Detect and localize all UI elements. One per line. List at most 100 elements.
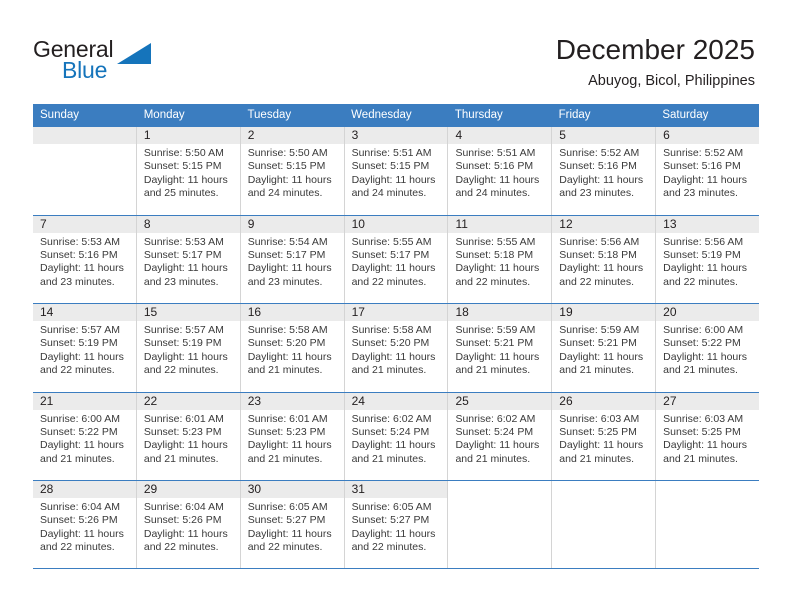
sunset-text: Sunset: 5:27 PM: [351, 514, 430, 527]
daylight-text-line1: Daylight: 11 hours: [559, 262, 644, 275]
sunrise-text: Sunrise: 5:57 AM: [143, 324, 224, 336]
day-info: Sunrise: 5:55 AM Sunset: 5:17 PM Dayligh…: [345, 233, 448, 290]
sunset-text: Sunset: 5:15 PM: [351, 160, 430, 173]
sunrise-text: Sunrise: 5:55 AM: [455, 235, 536, 248]
daylight-text-line2: and 22 minutes.: [40, 541, 115, 554]
day-cell[interactable]: 1 Sunrise: 5:50 AM Sunset: 5:15 PM Dayli…: [136, 127, 241, 215]
day-cell[interactable]: 16 Sunrise: 5:58 AM Sunset: 5:20 PM Dayl…: [240, 304, 345, 392]
day-cell[interactable]: 13 Sunrise: 5:56 AM Sunset: 5:19 PM Dayl…: [656, 215, 760, 304]
sunrise-text: Sunrise: 5:52 AM: [559, 147, 640, 159]
sunset-text: Sunset: 5:22 PM: [663, 337, 741, 350]
sunrise-text: Sunrise: 5:53 AM: [40, 235, 120, 248]
day-info: Sunrise: 5:59 AM Sunset: 5:21 PM Dayligh…: [448, 321, 551, 378]
sunset-text: Sunset: 5:25 PM: [559, 425, 637, 438]
day-cell[interactable]: 27 Sunrise: 6:03 AM Sunset: 5:25 PM Dayl…: [656, 392, 760, 481]
sunset-text: Sunset: 5:23 PM: [247, 425, 326, 438]
day-cell[interactable]: [552, 481, 657, 568]
daylight-text-line2: and 21 minutes.: [351, 364, 427, 377]
day-cell[interactable]: 20 Sunrise: 6:00 AM Sunset: 5:22 PM Dayl…: [656, 304, 760, 392]
day-number: 23: [240, 392, 344, 410]
sunrise-text: Sunrise: 6:03 AM: [559, 412, 640, 425]
daylight-text-line1: Daylight: 11 hours: [247, 439, 332, 452]
day-number: [448, 481, 552, 498]
day-number: 2: [240, 127, 344, 144]
day-cell[interactable]: 29 Sunrise: 6:04 AM Sunset: 5:26 PM Dayl…: [136, 481, 241, 568]
sunset-text: Sunset: 5:17 PM: [143, 248, 222, 261]
day-cell[interactable]: 5 Sunrise: 5:52 AM Sunset: 5:16 PM Dayli…: [552, 127, 657, 215]
sunrise-text: Sunrise: 5:57 AM: [40, 324, 120, 336]
day-number: 30: [240, 481, 344, 498]
day-number: 26: [552, 392, 656, 410]
daylight-text-line2: and 24 minutes.: [351, 187, 427, 200]
day-info: Sunrise: 6:01 AM Sunset: 5:23 PM Dayligh…: [137, 410, 240, 467]
daylight-text-line1: Daylight: 11 hours: [663, 350, 748, 363]
day-cell[interactable]: 12 Sunrise: 5:56 AM Sunset: 5:18 PM Dayl…: [552, 215, 657, 303]
sunset-text: Sunset: 5:16 PM: [455, 160, 534, 173]
day-cell[interactable]: 24 Sunrise: 6:02 AM Sunset: 5:24 PM Dayl…: [344, 392, 449, 480]
day-number: [656, 481, 760, 498]
day-number: 4: [448, 127, 552, 144]
day-cell[interactable]: 31 Sunrise: 6:05 AM Sunset: 5:27 PM Dayl…: [344, 481, 449, 568]
day-info: Sunrise: 5:58 AM Sunset: 5:20 PM Dayligh…: [241, 321, 344, 378]
day-cell[interactable]: 17 Sunrise: 5:58 AM Sunset: 5:20 PM Dayl…: [344, 304, 449, 392]
day-cell[interactable]: 18 Sunrise: 5:59 AM Sunset: 5:21 PM Dayl…: [448, 304, 553, 392]
sunrise-text: Sunrise: 5:59 AM: [455, 324, 536, 336]
day-number: 22: [136, 392, 240, 410]
day-cell[interactable]: 19 Sunrise: 5:59 AM Sunset: 5:21 PM Dayl…: [552, 304, 657, 392]
day-cell[interactable]: 7 Sunrise: 5:53 AM Sunset: 5:16 PM Dayli…: [33, 215, 137, 303]
day-info: Sunrise: 5:55 AM Sunset: 5:18 PM Dayligh…: [448, 233, 551, 290]
sunrise-text: Sunrise: 6:01 AM: [143, 412, 224, 425]
daylight-text-line1: Daylight: 11 hours: [143, 173, 228, 186]
day-cell[interactable]: 4 Sunrise: 5:51 AM Sunset: 5:16 PM Dayli…: [448, 127, 553, 215]
day-cell[interactable]: 6 Sunrise: 5:52 AM Sunset: 5:16 PM Dayli…: [656, 127, 760, 215]
sunrise-text: Sunrise: 5:55 AM: [351, 235, 432, 248]
day-cell[interactable]: 3 Sunrise: 5:51 AM Sunset: 5:15 PM Dayli…: [344, 127, 449, 215]
sunrise-text: Sunrise: 5:50 AM: [247, 147, 328, 159]
sunrise-text: Sunrise: 6:02 AM: [455, 412, 536, 425]
day-cell[interactable]: 23 Sunrise: 6:01 AM Sunset: 5:23 PM Dayl…: [240, 392, 345, 480]
weekday-header-monday: Monday: [143, 109, 185, 121]
daylight-text-line1: Daylight: 11 hours: [559, 350, 644, 363]
day-cell[interactable]: 25 Sunrise: 6:02 AM Sunset: 5:24 PM Dayl…: [448, 392, 553, 480]
daylight-text-line1: Daylight: 11 hours: [247, 350, 332, 363]
day-number: 24: [344, 392, 448, 410]
day-cell[interactable]: 15 Sunrise: 5:57 AM Sunset: 5:19 PM Dayl…: [136, 304, 241, 392]
sunrise-text: Sunrise: 5:51 AM: [351, 147, 432, 159]
sunrise-text: Sunrise: 5:58 AM: [351, 324, 432, 336]
day-cell[interactable]: 9 Sunrise: 5:54 AM Sunset: 5:17 PM Dayli…: [240, 215, 345, 303]
daylight-text-line2: and 22 minutes.: [559, 275, 635, 288]
day-info: Sunrise: 5:50 AM Sunset: 5:15 PM Dayligh…: [137, 144, 240, 201]
daylight-text-line2: and 23 minutes.: [40, 275, 115, 288]
day-cell[interactable]: 14 Sunrise: 5:57 AM Sunset: 5:19 PM Dayl…: [33, 304, 137, 392]
sunset-text: Sunset: 5:15 PM: [143, 160, 222, 173]
daylight-text-line2: and 23 minutes.: [143, 275, 219, 288]
day-cell[interactable]: [656, 481, 760, 568]
day-info: Sunrise: 5:57 AM Sunset: 5:19 PM Dayligh…: [137, 321, 240, 378]
daylight-text-line1: Daylight: 11 hours: [663, 173, 748, 186]
day-cell[interactable]: 22 Sunrise: 6:01 AM Sunset: 5:23 PM Dayl…: [136, 392, 241, 480]
day-cell[interactable]: 2 Sunrise: 5:50 AM Sunset: 5:15 PM Dayli…: [240, 127, 345, 215]
daylight-text-line1: Daylight: 11 hours: [143, 527, 228, 540]
day-cell[interactable]: 8 Sunrise: 5:53 AM Sunset: 5:17 PM Dayli…: [136, 215, 241, 303]
sunset-text: Sunset: 5:20 PM: [247, 337, 326, 350]
day-cell[interactable]: 10 Sunrise: 5:55 AM Sunset: 5:17 PM Dayl…: [344, 215, 449, 303]
day-cell[interactable]: 30 Sunrise: 6:05 AM Sunset: 5:27 PM Dayl…: [240, 481, 345, 568]
day-number: 31: [344, 481, 448, 498]
generalblue-logo[interactable]: General Blue: [33, 36, 183, 88]
day-cell[interactable]: [33, 127, 137, 215]
day-info: Sunrise: 5:58 AM Sunset: 5:20 PM Dayligh…: [345, 321, 448, 378]
day-cell[interactable]: 11 Sunrise: 5:55 AM Sunset: 5:18 PM Dayl…: [448, 215, 553, 303]
day-info: Sunrise: 5:57 AM Sunset: 5:19 PM Dayligh…: [33, 321, 136, 378]
day-cell[interactable]: 21 Sunrise: 6:00 AM Sunset: 5:22 PM Dayl…: [33, 392, 137, 480]
day-cell[interactable]: 28 Sunrise: 6:04 AM Sunset: 5:26 PM Dayl…: [33, 481, 137, 568]
calendar-page: General Blue December 2025 Abuyog, Bicol…: [0, 0, 792, 612]
day-info: Sunrise: 5:53 AM Sunset: 5:17 PM Dayligh…: [137, 233, 240, 290]
daylight-text-line1: Daylight: 11 hours: [559, 173, 644, 186]
day-cell[interactable]: 26 Sunrise: 6:03 AM Sunset: 5:25 PM Dayl…: [552, 392, 657, 480]
weekday-header-saturday: Saturday: [662, 109, 709, 121]
day-cell[interactable]: [448, 481, 553, 568]
daylight-text-line2: and 21 minutes.: [143, 452, 219, 465]
daylight-text-line1: Daylight: 11 hours: [351, 439, 436, 452]
day-number: 27: [656, 392, 760, 410]
day-number: 5: [552, 127, 656, 144]
